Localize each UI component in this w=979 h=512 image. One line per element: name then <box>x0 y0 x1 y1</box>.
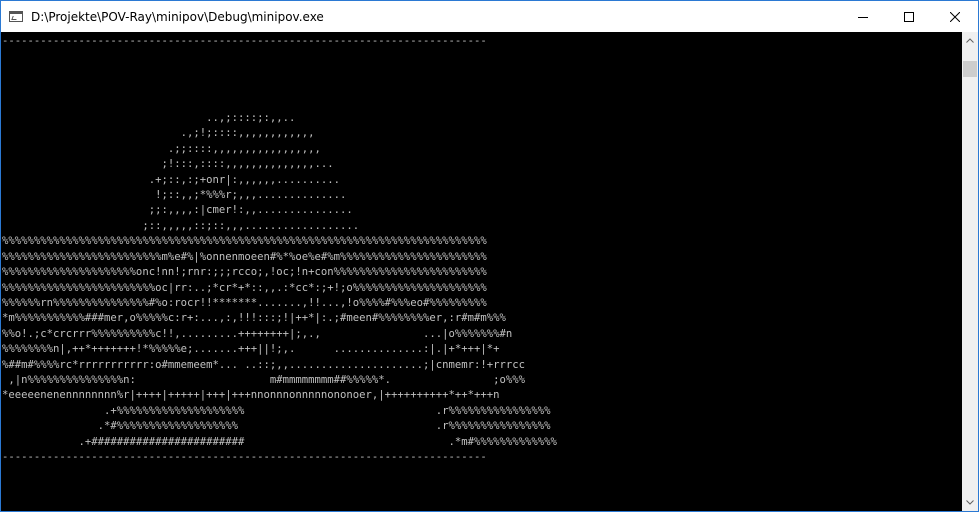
maximize-button[interactable] <box>886 1 932 32</box>
console-output-area[interactable]: ----------------------------------------… <box>1 32 962 511</box>
chevron-down-icon <box>966 500 974 505</box>
console-app-icon[interactable] <box>9 11 23 22</box>
scroll-thumb[interactable] <box>963 61 977 77</box>
title-bar[interactable]: D:\Projekte\POV-Ray\minipov\Debug\minipo… <box>1 1 978 32</box>
maximize-icon <box>904 11 914 22</box>
minimize-icon <box>858 16 868 18</box>
scroll-down-button[interactable] <box>962 494 978 511</box>
minimize-button[interactable] <box>840 1 886 32</box>
console-ascii-output: ----------------------------------------… <box>2 35 557 463</box>
close-button[interactable] <box>932 1 978 32</box>
scroll-up-button[interactable] <box>962 32 978 49</box>
console-window: D:\Projekte\POV-Ray\minipov\Debug\minipo… <box>0 0 979 512</box>
window-title: D:\Projekte\POV-Ray\minipov\Debug\minipo… <box>31 9 324 24</box>
close-icon <box>950 11 960 22</box>
window-controls <box>840 1 978 32</box>
vertical-scrollbar[interactable] <box>962 32 978 511</box>
chevron-up-icon <box>966 38 974 43</box>
